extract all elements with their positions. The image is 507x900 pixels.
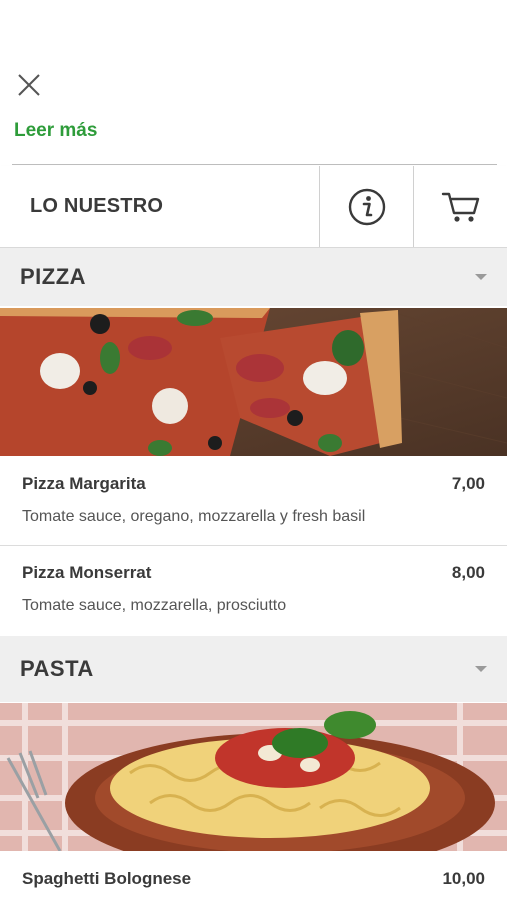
- cart-button[interactable]: [414, 166, 507, 247]
- item-name: Pizza Margarita: [22, 474, 146, 493]
- cart-icon: [441, 192, 479, 222]
- list-item[interactable]: Pizza Margarita 7,00 Tomate sauce, orega…: [0, 474, 507, 526]
- tab-bar: LO NUESTRO: [0, 166, 507, 248]
- info-button[interactable]: [320, 166, 414, 247]
- section-header-pizza[interactable]: PIZZA: [0, 248, 507, 306]
- chevron-down-icon: [475, 274, 487, 280]
- item-price: 10,00: [442, 869, 485, 888]
- tab-lo-nuestro[interactable]: LO NUESTRO: [0, 166, 320, 247]
- close-icon: [18, 74, 40, 96]
- pasta-image: [0, 703, 507, 851]
- section-title: PASTA: [20, 656, 94, 681]
- item-description: Tomate sauce, mozzarella, prosciutto: [22, 597, 287, 614]
- item-description: Tomate sauce, oregano, mozzarella y fres…: [22, 508, 366, 525]
- read-more-link[interactable]: Leer más: [14, 120, 97, 142]
- item-price: 8,00: [451, 563, 485, 582]
- divider: [0, 545, 507, 546]
- info-icon: [348, 188, 385, 225]
- chevron-down-icon: [475, 666, 487, 672]
- section-title: PIZZA: [20, 264, 87, 289]
- item-price: 7,00: [451, 474, 485, 493]
- item-name: Spaghetti Bolognese: [22, 869, 192, 888]
- section-header-pasta[interactable]: PASTA: [0, 636, 507, 702]
- list-item[interactable]: Spaghetti Bolognese 10,00: [0, 869, 507, 889]
- divider: [12, 164, 497, 165]
- pizza-image: [0, 308, 507, 456]
- list-item[interactable]: Pizza Monserrat 8,00 Tomate sauce, mozza…: [0, 563, 507, 615]
- item-name: Pizza Monserrat: [22, 563, 152, 582]
- close-button[interactable]: [16, 72, 42, 98]
